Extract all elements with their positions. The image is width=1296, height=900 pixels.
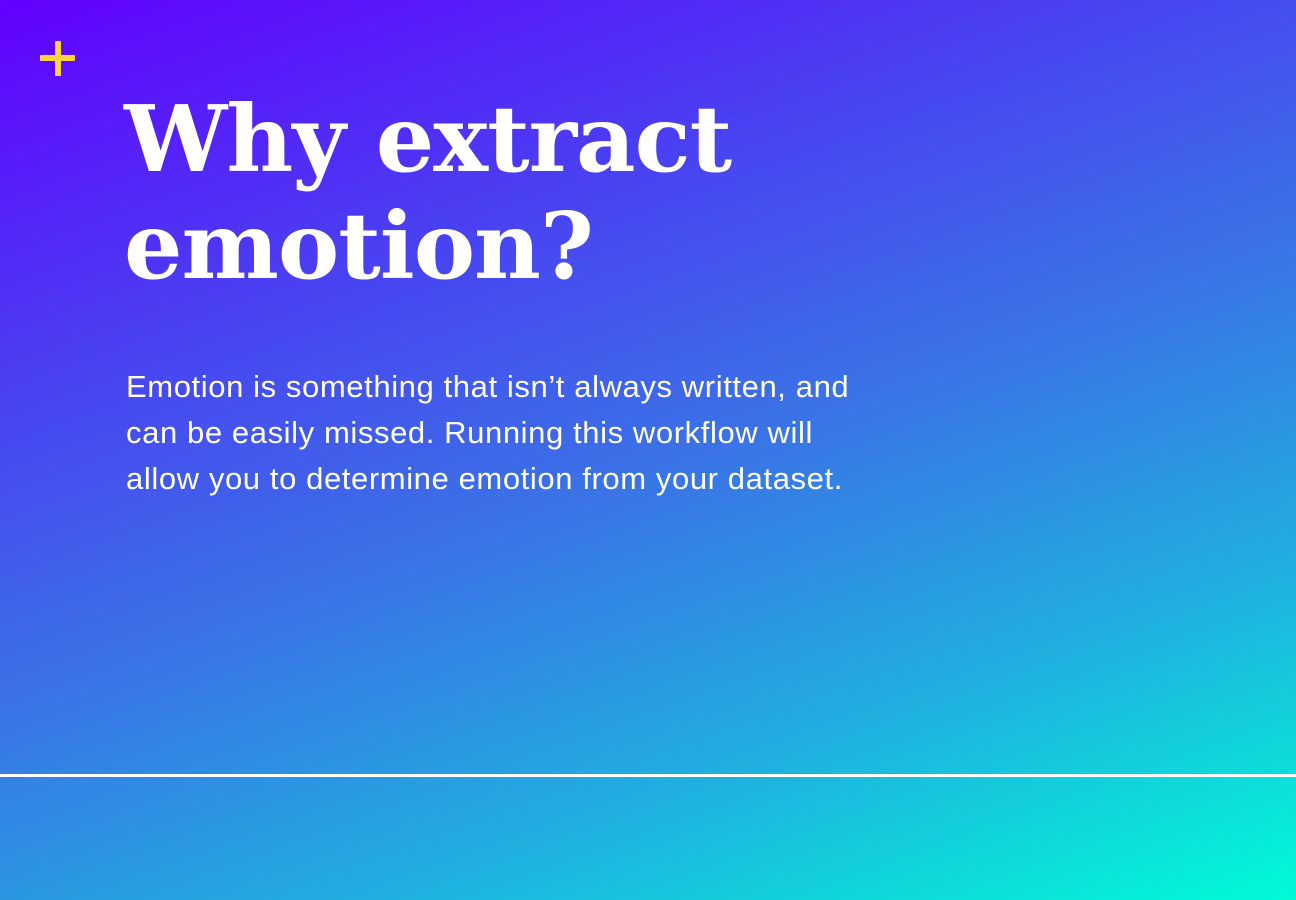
divider xyxy=(0,774,1296,777)
description-line-3: allow you to determine emotion from your… xyxy=(126,461,843,496)
description-line-1: Emotion is something that isn’t always w… xyxy=(126,369,850,404)
title-line-2: emotion? xyxy=(124,192,594,300)
description-line-2: can be easily missed. Running this workf… xyxy=(126,415,813,450)
description-text: Emotion is something that isn’t always w… xyxy=(126,364,1006,502)
plus-icon xyxy=(40,41,75,76)
title-line-1: Why extract xyxy=(124,85,732,193)
page-title: Why extract emotion? xyxy=(124,86,1024,300)
